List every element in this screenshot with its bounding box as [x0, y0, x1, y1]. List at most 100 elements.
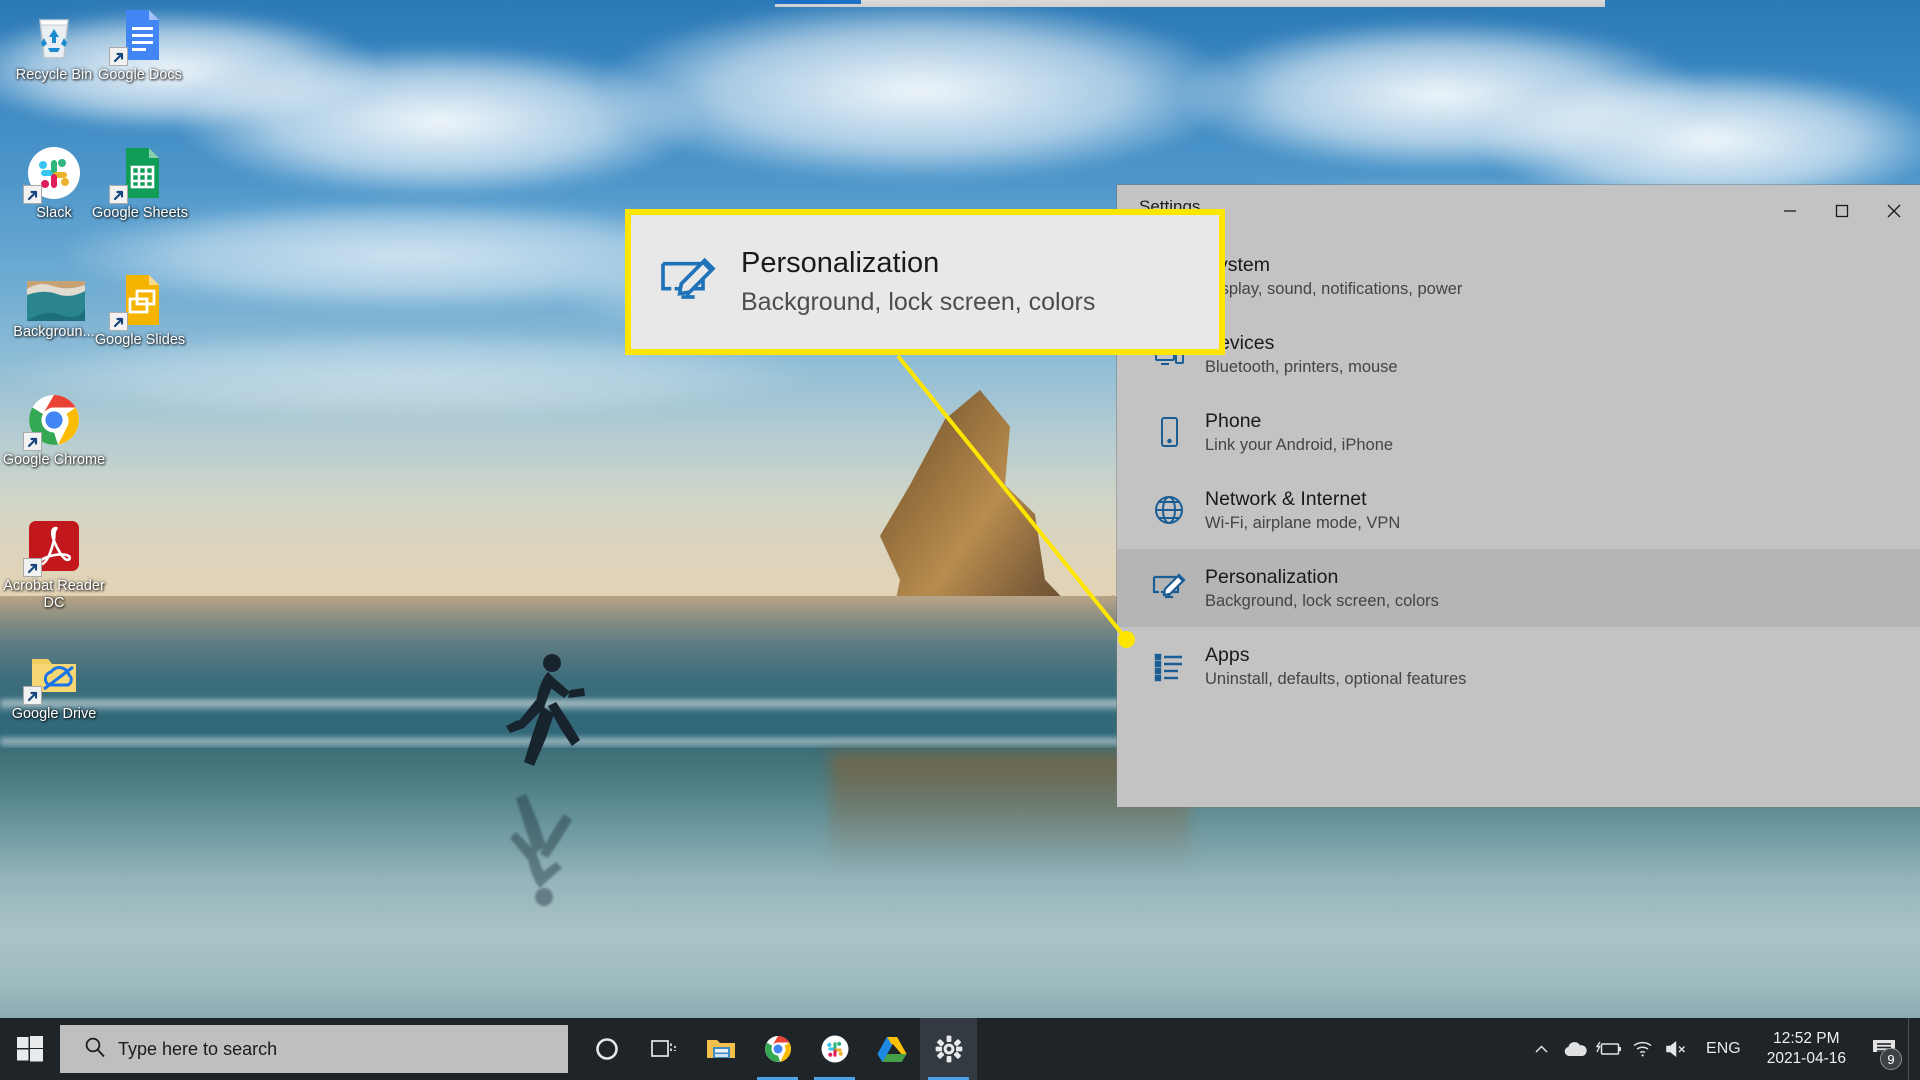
- slack-icon: [821, 1035, 849, 1063]
- settings-item-subtitle: Link your Android, iPhone: [1205, 434, 1393, 456]
- start-button[interactable]: [0, 1018, 59, 1080]
- network-button[interactable]: [1626, 1018, 1660, 1080]
- cortana-circle-icon: [594, 1036, 620, 1062]
- close-icon: [1886, 203, 1902, 219]
- close-button[interactable]: [1868, 185, 1920, 237]
- show-desktop-button[interactable]: [1908, 1018, 1916, 1080]
- shortcut-arrow-icon: [23, 185, 42, 204]
- settings-item-subtitle: Wi-Fi, airplane mode, VPN: [1205, 512, 1400, 534]
- settings-item-system[interactable]: System Display, sound, notifications, po…: [1117, 237, 1920, 315]
- desktop-icon-google-drive[interactable]: Google Drive: [0, 647, 108, 723]
- background-window-edge[interactable]: [775, 0, 1605, 7]
- onedrive-button[interactable]: [1558, 1018, 1592, 1080]
- settings-titlebar[interactable]: Settings: [1117, 185, 1920, 237]
- settings-item-apps[interactable]: Apps Uninstall, defaults, optional featu…: [1117, 627, 1920, 705]
- maximize-icon: [1835, 204, 1849, 218]
- system-tray: ENG 12:52 PM 2021-04-16 9: [1524, 1018, 1920, 1080]
- desktop-icon-label: Google Slides: [86, 332, 194, 349]
- settings-item-title: Apps: [1205, 643, 1466, 667]
- callout-highlight-box: Personalization Background, lock screen,…: [625, 209, 1225, 355]
- settings-item-subtitle: Uninstall, defaults, optional features: [1205, 668, 1466, 690]
- personalization-icon: [1145, 570, 1193, 606]
- google-drive-icon: [877, 1036, 907, 1062]
- settings-item-phone[interactable]: Phone Link your Android, iPhone: [1117, 393, 1920, 471]
- cortana-button[interactable]: [578, 1018, 635, 1080]
- shortcut-arrow-icon: [23, 558, 42, 577]
- slack-button[interactable]: [806, 1018, 863, 1080]
- volume-button[interactable]: [1660, 1018, 1694, 1080]
- notification-count-badge: 9: [1880, 1048, 1902, 1070]
- google-chrome-icon: [27, 393, 81, 447]
- desktop-icon-google-docs[interactable]: Google Docs: [86, 8, 194, 84]
- desktop-icon-label: Google Drive: [0, 706, 108, 723]
- settings-category-list: System Display, sound, notifications, po…: [1117, 237, 1920, 807]
- runner-figure: [498, 650, 590, 770]
- shortcut-arrow-icon: [23, 686, 42, 705]
- google-slides-icon: [113, 273, 167, 327]
- gear-icon: [935, 1035, 963, 1063]
- callout-title: Personalization: [741, 245, 1095, 281]
- cloud-shape: [600, 0, 1240, 180]
- settings-item-title: Network & Internet: [1205, 487, 1400, 511]
- wifi-icon: [1632, 1040, 1654, 1058]
- battery-charging-icon: [1596, 1040, 1622, 1058]
- settings-item-network[interactable]: Network & Internet Wi-Fi, airplane mode,…: [1117, 471, 1920, 549]
- clock[interactable]: 12:52 PM 2021-04-16: [1753, 1029, 1860, 1069]
- settings-item-title: Devices: [1205, 331, 1398, 355]
- settings-item-devices[interactable]: Devices Bluetooth, printers, mouse: [1117, 315, 1920, 393]
- background-window-tab: [775, 0, 861, 4]
- search-input[interactable]: Type here to search: [60, 1025, 568, 1073]
- callout-anchor-dot: [1118, 631, 1135, 648]
- language-indicator[interactable]: ENG: [1694, 1040, 1753, 1058]
- shortcut-arrow-icon: [109, 185, 128, 204]
- file-explorer-icon: [706, 1036, 736, 1062]
- google-chrome-icon: [764, 1035, 792, 1063]
- tray-overflow-button[interactable]: [1524, 1018, 1558, 1080]
- desktop-icon-google-chrome[interactable]: Google Chrome: [0, 393, 108, 469]
- runner-reflection: [490, 790, 582, 910]
- minimize-icon: [1783, 204, 1797, 218]
- image-thumbnail-icon: [27, 273, 81, 319]
- speaker-muted-icon: [1665, 1040, 1689, 1058]
- desktop-icon-google-slides[interactable]: Google Slides: [86, 273, 194, 349]
- desktop-icon-google-sheets[interactable]: Google Sheets: [86, 146, 194, 222]
- google-drive-button[interactable]: [863, 1018, 920, 1080]
- shortcut-arrow-icon: [23, 432, 42, 451]
- acrobat-reader-icon: [27, 519, 81, 573]
- settings-window[interactable]: Settings System Display, sound, notifica…: [1117, 185, 1920, 807]
- chrome-button[interactable]: [749, 1018, 806, 1080]
- globe-icon: [1145, 493, 1193, 527]
- settings-button[interactable]: [920, 1018, 977, 1080]
- task-view-icon: [650, 1036, 678, 1062]
- desktop-icon-label: Google Sheets: [86, 205, 194, 222]
- apps-list-icon: [1145, 649, 1193, 683]
- clock-time: 12:52 PM: [1767, 1029, 1846, 1049]
- settings-item-personalization[interactable]: Personalization Background, lock screen,…: [1117, 549, 1920, 627]
- desktop-icon-acrobat-reader[interactable]: Acrobat Reader DC: [0, 519, 108, 612]
- shortcut-arrow-icon: [109, 47, 128, 66]
- slack-icon: [27, 146, 81, 200]
- google-sheets-icon: [113, 146, 167, 200]
- settings-item-subtitle: Display, sound, notifications, power: [1205, 278, 1462, 300]
- desktop-icon-label: Google Chrome: [0, 452, 108, 469]
- notifications-button[interactable]: 9: [1860, 1018, 1908, 1080]
- chevron-up-icon: [1533, 1041, 1550, 1058]
- cloud-icon: [1563, 1040, 1587, 1058]
- settings-item-title: Personalization: [1205, 565, 1439, 589]
- minimize-button[interactable]: [1764, 185, 1816, 237]
- search-icon: [84, 1036, 110, 1063]
- phone-icon: [1145, 415, 1193, 449]
- taskbar-buttons: [578, 1018, 977, 1080]
- file-explorer-button[interactable]: [692, 1018, 749, 1080]
- settings-item-title: System: [1205, 253, 1462, 277]
- battery-button[interactable]: [1592, 1018, 1626, 1080]
- window-controls: [1764, 185, 1920, 237]
- settings-item-subtitle: Background, lock screen, colors: [1205, 590, 1439, 612]
- desktop-icon-label: Acrobat Reader DC: [0, 578, 108, 612]
- google-drive-folder-icon: [27, 647, 81, 701]
- settings-item-subtitle: Bluetooth, printers, mouse: [1205, 356, 1398, 378]
- task-view-button[interactable]: [635, 1018, 692, 1080]
- maximize-button[interactable]: [1816, 185, 1868, 237]
- google-docs-icon: [113, 8, 167, 62]
- windows-logo-icon: [17, 1036, 43, 1062]
